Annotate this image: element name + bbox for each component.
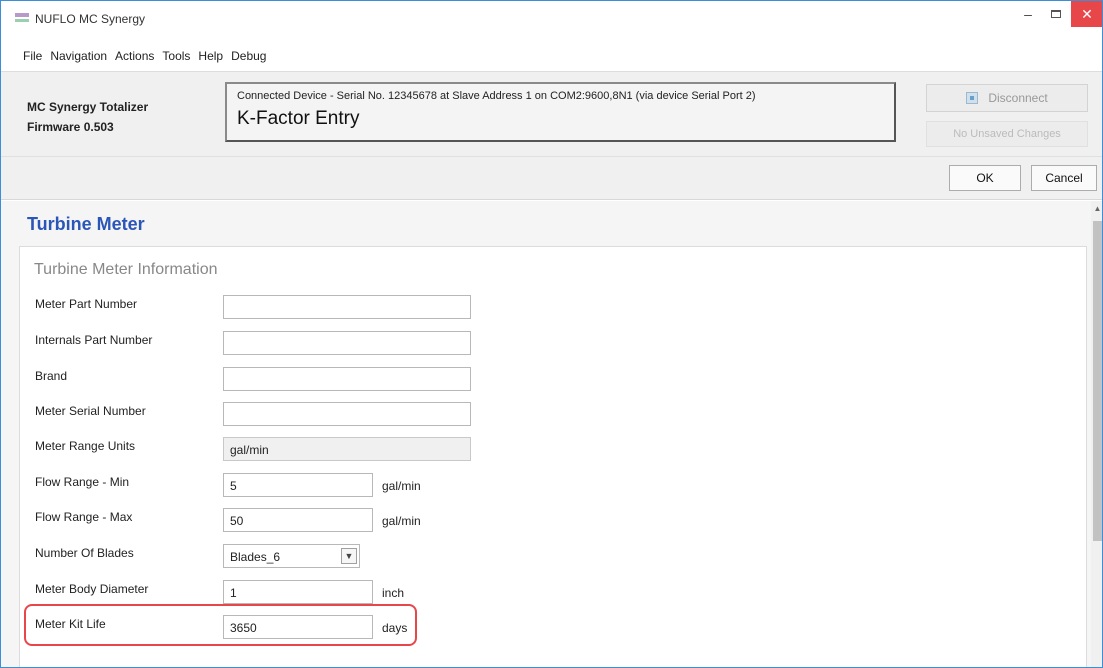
scrollbar-thumb[interactable] — [1093, 221, 1102, 541]
section-title: Turbine Meter — [27, 214, 145, 234]
maximize-button[interactable] — [1043, 1, 1069, 27]
meter-part-number-label: Meter Part Number — [35, 297, 138, 311]
cancel-button[interactable]: Cancel — [1031, 165, 1097, 191]
internals-part-number-field[interactable] — [223, 331, 471, 355]
unsaved-changes-button[interactable]: No Unsaved Changes — [926, 121, 1088, 147]
connection-panel: Connected Device - Serial No. 12345678 a… — [225, 82, 896, 142]
group-title: Turbine Meter Information — [34, 261, 218, 278]
meter-body-diameter-unit: inch — [382, 586, 405, 600]
minimize-button[interactable]: – — [1015, 1, 1041, 27]
disconnect-label: Disconnect — [988, 91, 1048, 105]
menu-actions[interactable]: Actions — [111, 45, 158, 69]
meter-body-diameter-label: Meter Body Diameter — [35, 582, 149, 596]
flow-range-min-unit: gal/min — [382, 479, 421, 493]
device-name: MC Synergy Totalizer — [27, 100, 149, 114]
flow-range-min-label: Flow Range - Min — [35, 475, 130, 489]
flow-range-max-unit: gal/min — [382, 514, 421, 528]
flow-range-min-field[interactable]: 5 — [223, 473, 373, 497]
menu-tools[interactable]: Tools — [158, 45, 194, 69]
menu-file[interactable]: File — [19, 45, 46, 69]
flow-range-max-field[interactable]: 50 — [223, 508, 373, 532]
vertical-scrollbar[interactable]: ▲ — [1091, 201, 1102, 667]
menu-bar: File Navigation Actions Tools Help Debug — [1, 45, 270, 69]
close-icon: ✕ — [1081, 5, 1093, 22]
flow-range-max-label: Flow Range - Max — [35, 510, 133, 524]
number-of-blades-label: Number Of Blades — [35, 546, 134, 560]
meter-body-diameter-field[interactable]: 1 — [223, 580, 373, 604]
meter-range-units-label: Meter Range Units — [35, 439, 136, 453]
title-bar: NUFLO MC Synergy – ✕ — [1, 1, 1102, 39]
meter-part-number-field[interactable] — [223, 295, 471, 319]
plug-icon — [966, 92, 979, 104]
menu-navigation[interactable]: Navigation — [46, 45, 111, 69]
screen-title: K-Factor Entry — [237, 108, 360, 129]
chevron-up-icon[interactable]: ▲ — [1092, 203, 1102, 213]
turbine-meter-info-group: Turbine Meter Information Meter Part Num… — [19, 246, 1087, 667]
menu-debug[interactable]: Debug — [227, 45, 270, 69]
meter-kit-life-field[interactable]: 3650 — [223, 615, 373, 639]
brand-label: Brand — [35, 369, 68, 383]
firmware-version: Firmware 0.503 — [27, 120, 114, 134]
connection-status: Connected Device - Serial No. 12345678 a… — [237, 90, 756, 102]
unsaved-changes-label: No Unsaved Changes — [953, 128, 1061, 140]
close-button[interactable]: ✕ — [1071, 1, 1102, 27]
action-bar: OK Cancel — [1, 156, 1102, 200]
device-header: MC Synergy Totalizer Firmware 0.503 Conn… — [1, 71, 1102, 161]
meter-kit-life-label: Meter Kit Life — [35, 617, 106, 631]
maximize-icon — [1051, 10, 1061, 18]
app-icon — [15, 13, 29, 25]
window-title: NUFLO MC Synergy — [35, 12, 146, 26]
meter-range-units-field: gal/min — [223, 437, 471, 461]
app-window: NUFLO MC Synergy – ✕ File Navigation Act… — [0, 0, 1103, 668]
content-area: Turbine Meter Turbine Meter Information … — [1, 201, 1091, 667]
number-of-blades-select[interactable]: Blades_6 ▼ — [223, 544, 360, 568]
minimize-icon: – — [1024, 6, 1032, 22]
meter-serial-number-field[interactable] — [223, 402, 471, 426]
brand-field[interactable] — [223, 367, 471, 391]
number-of-blades-value: Blades_6 — [230, 550, 281, 564]
disconnect-button[interactable]: Disconnect — [926, 84, 1088, 112]
meter-serial-number-label: Meter Serial Number — [35, 404, 146, 418]
chevron-down-icon[interactable]: ▼ — [341, 548, 357, 564]
internals-part-number-label: Internals Part Number — [35, 333, 153, 347]
meter-kit-life-unit: days — [382, 621, 408, 635]
ok-button[interactable]: OK — [949, 165, 1021, 191]
menu-help[interactable]: Help — [194, 45, 227, 69]
